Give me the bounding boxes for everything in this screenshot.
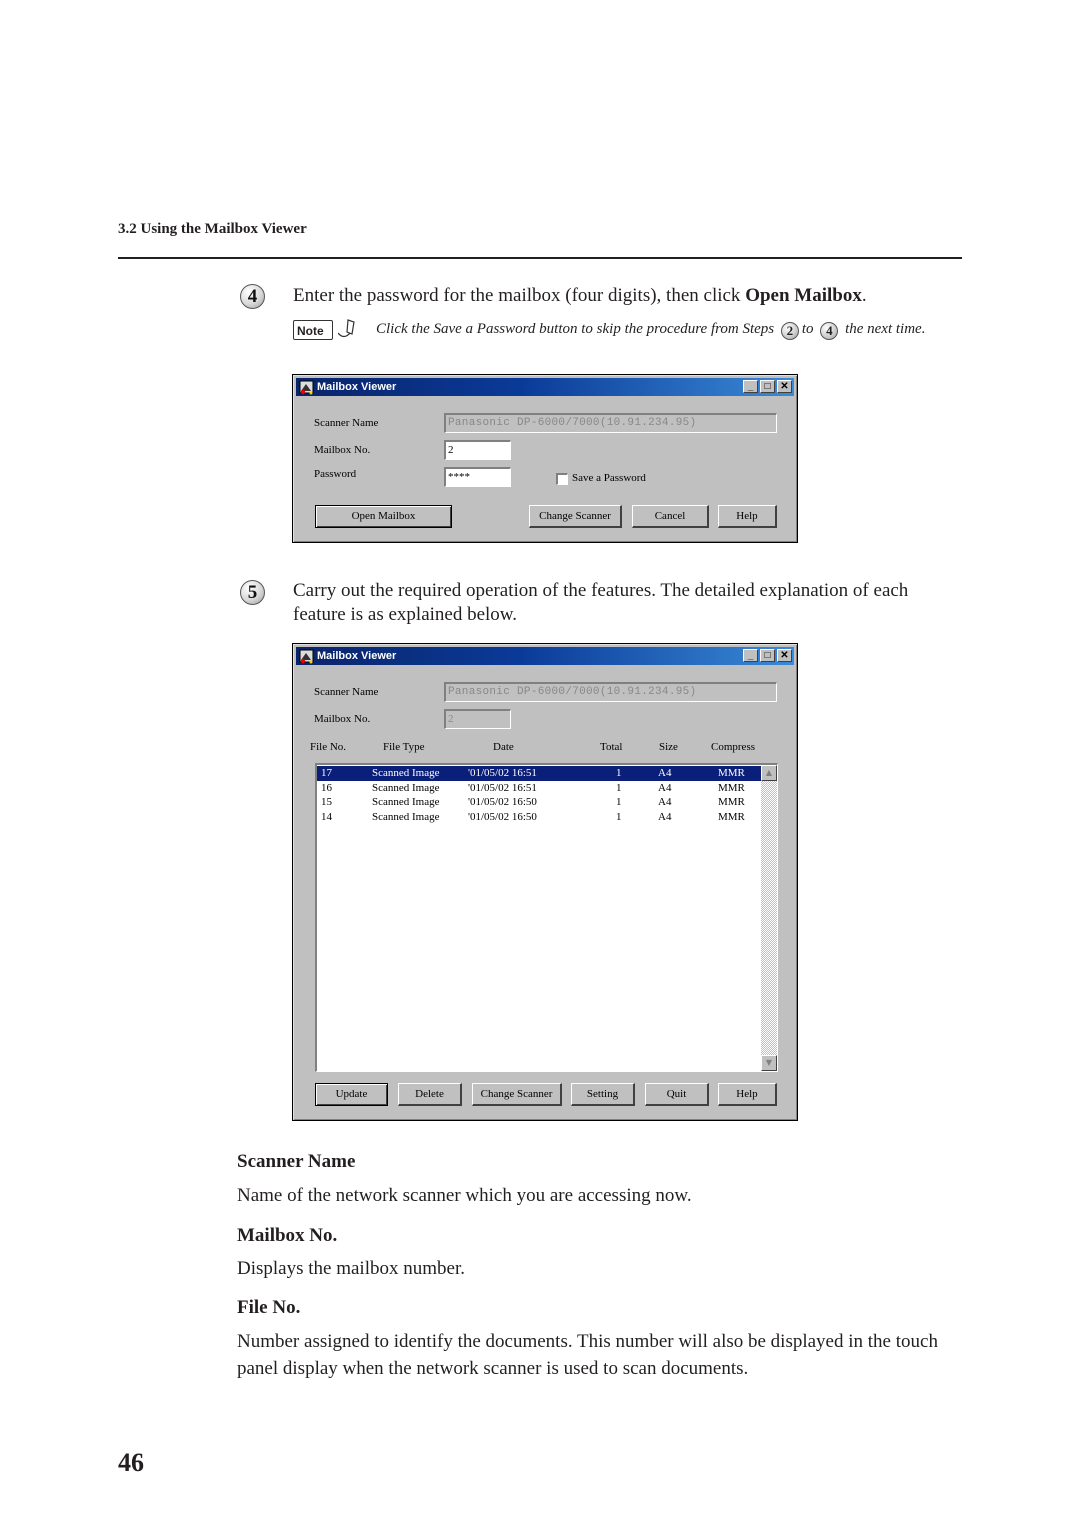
- scroll-up-arrow-icon[interactable]: ▲: [761, 765, 777, 781]
- mailbox-app-icon: [299, 380, 314, 395]
- file-list-row[interactable]: 14 Scanned Image '01/05/02 16:50 1 A4 MMR: [317, 810, 761, 825]
- column-header-total[interactable]: Total: [600, 741, 622, 753]
- file-type-cell: Scanned Image: [372, 767, 440, 779]
- total-cell: 1: [616, 767, 622, 779]
- compress-cell: MMR: [718, 796, 745, 808]
- file-type-cell: Scanned Image: [372, 781, 440, 794]
- note-text: Click the Save a Password button to skip…: [376, 318, 966, 341]
- step-ref-4: 4: [820, 322, 839, 340]
- compress-cell: MMR: [718, 781, 745, 794]
- note-text-part-2: to: [801, 321, 814, 337]
- password-label: Password: [314, 468, 357, 480]
- help-button[interactable]: Help: [718, 505, 777, 528]
- maximize-button[interactable]: □: [760, 380, 775, 393]
- mailbox-no-label: Mailbox No.: [314, 713, 371, 725]
- window-title: Mailbox Viewer: [317, 650, 397, 662]
- change-scanner-button[interactable]: Change Scanner: [472, 1083, 562, 1106]
- minimize-button[interactable]: _: [743, 380, 758, 393]
- mailbox-no-input[interactable]: 2: [444, 440, 511, 460]
- file-no-cell: 17: [321, 767, 332, 779]
- column-header-date[interactable]: Date: [493, 741, 514, 753]
- file-no-cell: 16: [321, 781, 332, 794]
- total-cell: 1: [616, 796, 622, 808]
- column-header-size[interactable]: Size: [659, 741, 678, 753]
- title-bar[interactable]: Mailbox Viewer _ □ ✕: [296, 647, 794, 665]
- scroll-down-arrow-icon[interactable]: ▼: [761, 1055, 777, 1071]
- scanner-name-label: Scanner Name: [314, 686, 379, 698]
- column-header-compress[interactable]: Compress: [711, 741, 755, 753]
- step-number-4: 4: [240, 284, 265, 309]
- scanner-name-field: Panasonic DP-6000/7000(10.91.234.95): [444, 682, 777, 702]
- scanner-name-label: Scanner Name: [314, 417, 379, 429]
- scanner-name-field: Panasonic DP-6000/7000(10.91.234.95): [444, 413, 777, 433]
- cancel-button[interactable]: Cancel: [632, 505, 709, 528]
- file-no-cell: 14: [321, 810, 332, 823]
- definition-body-mailbox-no: Displays the mailbox number.: [237, 1258, 465, 1279]
- date-cell: '01/05/02 16:51: [468, 767, 537, 779]
- file-type-cell: Scanned Image: [372, 810, 440, 823]
- column-header-file-type[interactable]: File Type: [383, 741, 425, 753]
- step-number-5: 5: [240, 580, 265, 605]
- total-cell: 1: [616, 781, 622, 794]
- mailbox-app-icon: [299, 649, 314, 664]
- file-list-row[interactable]: 17 Scanned Image '01/05/02 16:51 1 A4 MMR: [317, 766, 761, 781]
- save-password-label: Save a Password: [572, 472, 646, 484]
- delete-button[interactable]: Delete: [398, 1083, 462, 1106]
- definition-title-scanner-name: Scanner Name: [237, 1151, 356, 1172]
- note-text-part-1: Click the Save a Password button to skip…: [376, 321, 775, 337]
- change-scanner-button[interactable]: Change Scanner: [529, 505, 622, 528]
- close-button[interactable]: ✕: [777, 649, 792, 662]
- compress-cell: MMR: [718, 767, 745, 779]
- file-list[interactable]: 17 Scanned Image '01/05/02 16:51 1 A4 MMR 16 Sc…: [315, 763, 778, 1072]
- header-rule: [118, 257, 962, 259]
- note-text-part-3: the next time.: [845, 321, 926, 337]
- help-button[interactable]: Help: [718, 1083, 777, 1106]
- size-cell: A4: [658, 796, 672, 808]
- minimize-button[interactable]: _: [743, 649, 758, 662]
- date-cell: '01/05/02 16:50: [468, 796, 537, 808]
- mailbox-viewer-list-dialog: Mailbox Viewer _ □ ✕ Scanner Name Panaso…: [292, 643, 798, 1121]
- compress-cell: MMR: [718, 810, 745, 823]
- mailbox-no-field: 2: [444, 709, 511, 729]
- file-list-row[interactable]: 15 Scanned Image '01/05/02 16:50 1 A4 MMR: [317, 795, 761, 810]
- file-no-cell: 15: [321, 796, 332, 808]
- note-badge: Note: [293, 320, 333, 340]
- definition-body-scanner-name: Name of the network scanner which you ar…: [237, 1185, 692, 1206]
- size-cell: A4: [658, 767, 672, 779]
- step-4-text-plain: Enter the password for the mailbox (four…: [293, 285, 746, 306]
- step-4-text-bold: Open Mailbox: [745, 285, 862, 306]
- column-header-file-no[interactable]: File No.: [310, 741, 346, 753]
- quit-button[interactable]: Quit: [645, 1083, 709, 1106]
- total-cell: 1: [616, 810, 622, 823]
- date-cell: '01/05/02 16:51: [468, 781, 537, 794]
- size-cell: A4: [658, 810, 672, 823]
- setting-button[interactable]: Setting: [571, 1083, 635, 1106]
- save-password-checkbox[interactable]: [556, 473, 568, 485]
- maximize-button[interactable]: □: [760, 649, 775, 662]
- step-4-text: Enter the password for the mailbox (four…: [293, 284, 867, 308]
- definition-title-file-no: File No.: [237, 1297, 301, 1318]
- close-button[interactable]: ✕: [777, 380, 792, 393]
- size-cell: A4: [658, 781, 672, 794]
- password-input[interactable]: ****: [444, 467, 511, 487]
- vertical-scrollbar[interactable]: ▲ ▼: [761, 765, 777, 1071]
- step-5-text: Carry out the required operation of the …: [293, 580, 909, 625]
- step-ref-2: 2: [780, 322, 799, 340]
- title-bar[interactable]: Mailbox Viewer _ □ ✕: [296, 378, 794, 396]
- page-number: 46: [118, 1448, 144, 1477]
- definition-body-file-no: Number assigned to identify the document…: [237, 1331, 938, 1379]
- file-list-row[interactable]: 16 Scanned Image '01/05/02 16:51 1 A4 MMR: [317, 781, 761, 796]
- mailbox-no-label: Mailbox No.: [314, 444, 371, 456]
- step-4-text-end: .: [861, 285, 867, 306]
- mailbox-viewer-login-dialog: Mailbox Viewer _ □ ✕ Scanner Name Panaso…: [292, 374, 798, 543]
- open-mailbox-button[interactable]: Open Mailbox: [315, 505, 452, 528]
- file-type-cell: Scanned Image: [372, 796, 440, 808]
- window-title: Mailbox Viewer: [317, 381, 397, 393]
- section-header: 3.2 Using the Mailbox Viewer: [118, 221, 307, 237]
- date-cell: '01/05/02 16:50: [468, 810, 537, 823]
- definition-title-mailbox-no: Mailbox No.: [237, 1225, 338, 1246]
- note-pen-icon: [338, 319, 355, 338]
- update-button[interactable]: Update: [315, 1083, 388, 1106]
